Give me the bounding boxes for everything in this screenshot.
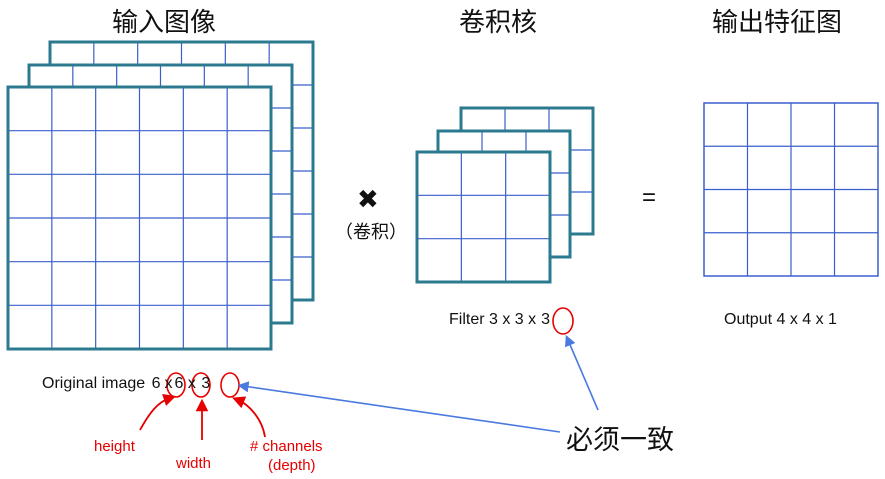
width-label: width	[176, 455, 212, 472]
output-caption: Output 4 x 4 x 1	[724, 311, 837, 328]
filter-channels-value: 3	[541, 311, 551, 328]
channels-arrow	[232, 396, 266, 438]
channels-circle	[220, 372, 240, 398]
output-grid	[703, 102, 879, 277]
times-symbol: ✖	[357, 184, 379, 214]
conv-label: （卷积）	[335, 222, 407, 242]
input-caption: Original image 6x6 x 3	[42, 375, 210, 393]
filter-caption-prefix: Filter 3 x 3 x	[449, 311, 537, 328]
equals-sign: =	[642, 184, 656, 211]
channels-label: # channels	[250, 438, 323, 455]
input-channels-value: 3	[201, 375, 211, 392]
filter-layers	[415, 106, 595, 284]
must-match-arrow-to-filter	[565, 334, 599, 411]
height-arrow	[139, 394, 176, 431]
depth-label: (depth)	[268, 457, 316, 474]
filter-channels-circle	[552, 307, 574, 335]
filter-layer-3	[415, 150, 552, 284]
filter-layer-3-background	[417, 152, 550, 282]
input-width-value: 6	[174, 375, 184, 392]
input-layer-3	[6, 85, 273, 351]
convolution-diagram: ✖ （卷积） =	[6, 40, 879, 440]
height-label: height	[94, 438, 135, 455]
input-image-layers	[6, 40, 315, 351]
must-match-arrow-to-input	[237, 381, 561, 433]
must-match-note: 必须一致	[566, 425, 674, 456]
input-times-2: x	[187, 375, 196, 392]
input-caption-prefix: Original image	[42, 375, 146, 392]
input-times-1: x	[164, 375, 173, 392]
input-height-value: 6	[151, 375, 161, 392]
filter-caption: Filter 3 x 3 x3	[449, 311, 550, 329]
output-layer-1	[703, 102, 879, 277]
